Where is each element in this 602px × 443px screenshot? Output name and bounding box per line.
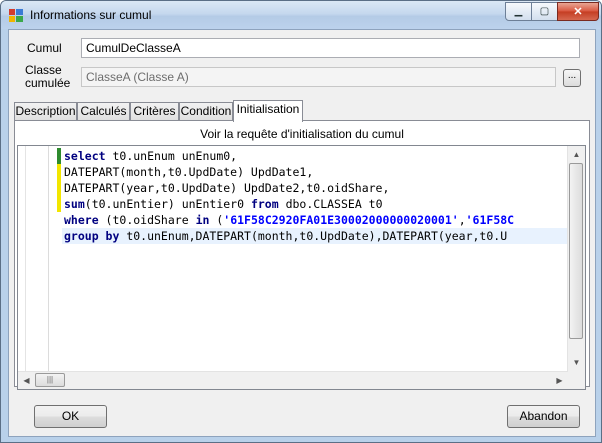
- minimize-icon: ▁: [514, 6, 523, 17]
- sql-keyword: from: [250, 197, 279, 211]
- tab-criteres[interactable]: Critères: [130, 102, 179, 120]
- scroll-left-icon[interactable]: ◀: [18, 372, 35, 389]
- tab-panel-initialisation: Voir la requête d'initialisation du cumu…: [14, 120, 590, 390]
- sql-text: (: [209, 213, 224, 227]
- classe-label-line2: cumulée: [25, 76, 71, 90]
- sql-keyword: group by: [64, 229, 120, 243]
- scroll-up-icon[interactable]: ▲: [568, 146, 585, 163]
- cancel-button[interactable]: Abandon: [507, 405, 580, 428]
- horizontal-scroll-thumb[interactable]: |||: [35, 373, 65, 387]
- maximize-button[interactable]: ▢: [531, 2, 558, 21]
- sql-code[interactable]: select t0.unEnum unEnum0, DATEPART(month,…: [62, 148, 571, 244]
- title-bar[interactable]: Informations sur cumul ▁ ▢ ✕: [1, 1, 601, 29]
- classe-label-line1: Classe: [25, 63, 62, 77]
- sql-text: dbo.CLASSEA t0: [278, 197, 383, 211]
- window-title: Informations sur cumul: [30, 8, 152, 22]
- sql-keyword: in: [195, 213, 210, 227]
- code-line[interactable]: DATEPART(month,t0.UpdDate) UpdDate1,: [62, 164, 571, 180]
- classe-label: Classe cumulée: [25, 64, 70, 90]
- app-icon: [9, 9, 23, 22]
- sql-text: DATEPART(year,t0.UpdDate) UpdDate2,t0.oi…: [64, 181, 390, 195]
- cumul-label: Cumul: [27, 41, 62, 55]
- editor-gutter: [18, 146, 49, 371]
- sql-editor[interactable]: select t0.unEnum unEnum0, DATEPART(month,…: [17, 145, 586, 390]
- horizontal-scrollbar[interactable]: ◀ ||| ▶: [18, 371, 568, 389]
- line-change-marker: [57, 180, 61, 196]
- line-change-marker: [57, 196, 61, 212]
- sql-keyword: select: [64, 149, 106, 163]
- line-change-marker: [57, 148, 61, 164]
- classe-field: ClasseA (Classe A): [81, 67, 556, 87]
- code-line[interactable]: DATEPART(year,t0.UpdDate) UpdDate2,t0.oi…: [62, 180, 571, 196]
- sql-text: t0.unEnum unEnum0,: [105, 149, 238, 163]
- tab-condition[interactable]: Condition: [179, 102, 233, 120]
- scroll-right-icon[interactable]: ▶: [551, 372, 568, 389]
- sql-text: DATEPART(month,t0.UpdDate) UpdDate1,: [64, 165, 314, 179]
- sql-string: '61F58C: [465, 213, 515, 227]
- close-icon: ✕: [573, 6, 583, 18]
- sql-keyword: sum: [64, 197, 85, 211]
- vertical-scroll-thumb[interactable]: [569, 163, 583, 339]
- cumul-field[interactable]: CumulDeClasseA: [81, 38, 580, 58]
- panel-title: Voir la requête d'initialisation du cumu…: [200, 127, 404, 141]
- browse-button[interactable]: ...: [563, 69, 581, 87]
- dialog-window: Informations sur cumul ▁ ▢ ✕ Cumul Cumul…: [0, 0, 602, 443]
- maximize-icon: ▢: [539, 6, 550, 17]
- code-line[interactable]: sum(t0.unEntier) unEntier0 from dbo.CLAS…: [62, 196, 571, 212]
- code-line[interactable]: group by t0.unEnum,DATEPART(month,t0.Upd…: [62, 228, 571, 244]
- code-line[interactable]: select t0.unEnum unEnum0,: [62, 148, 571, 164]
- sql-text: (t0.unEntier) unEntier0: [84, 197, 251, 211]
- scrollbar-corner: [568, 371, 585, 389]
- close-button[interactable]: ✕: [557, 2, 599, 21]
- sql-text: (t0.oidShare: [98, 213, 196, 227]
- sql-string: '61F58C2920FA01E30002000000020001': [223, 213, 459, 227]
- sql-text: ,: [458, 213, 466, 227]
- sql-text: t0.unEnum,DATEPART(month,t0.UpdDate),DAT…: [119, 229, 508, 243]
- gutter-divider: [25, 146, 26, 371]
- tab-initialisation[interactable]: Initialisation: [233, 100, 303, 122]
- sql-keyword: where: [64, 213, 99, 227]
- dialog-client: Cumul CumulDeClasseA Classe cumulée Clas…: [8, 29, 596, 437]
- tab-calcules[interactable]: Calculés: [77, 102, 130, 120]
- tab-description[interactable]: Description: [14, 102, 77, 120]
- ok-button[interactable]: OK: [34, 405, 107, 428]
- minimize-button[interactable]: ▁: [505, 2, 532, 21]
- vertical-scrollbar[interactable]: ▲ ▼: [567, 146, 585, 371]
- line-change-marker: [57, 164, 61, 180]
- code-line[interactable]: where (t0.oidShare in ('61F58C2920FA01E3…: [62, 212, 571, 228]
- scroll-down-icon[interactable]: ▼: [568, 354, 585, 371]
